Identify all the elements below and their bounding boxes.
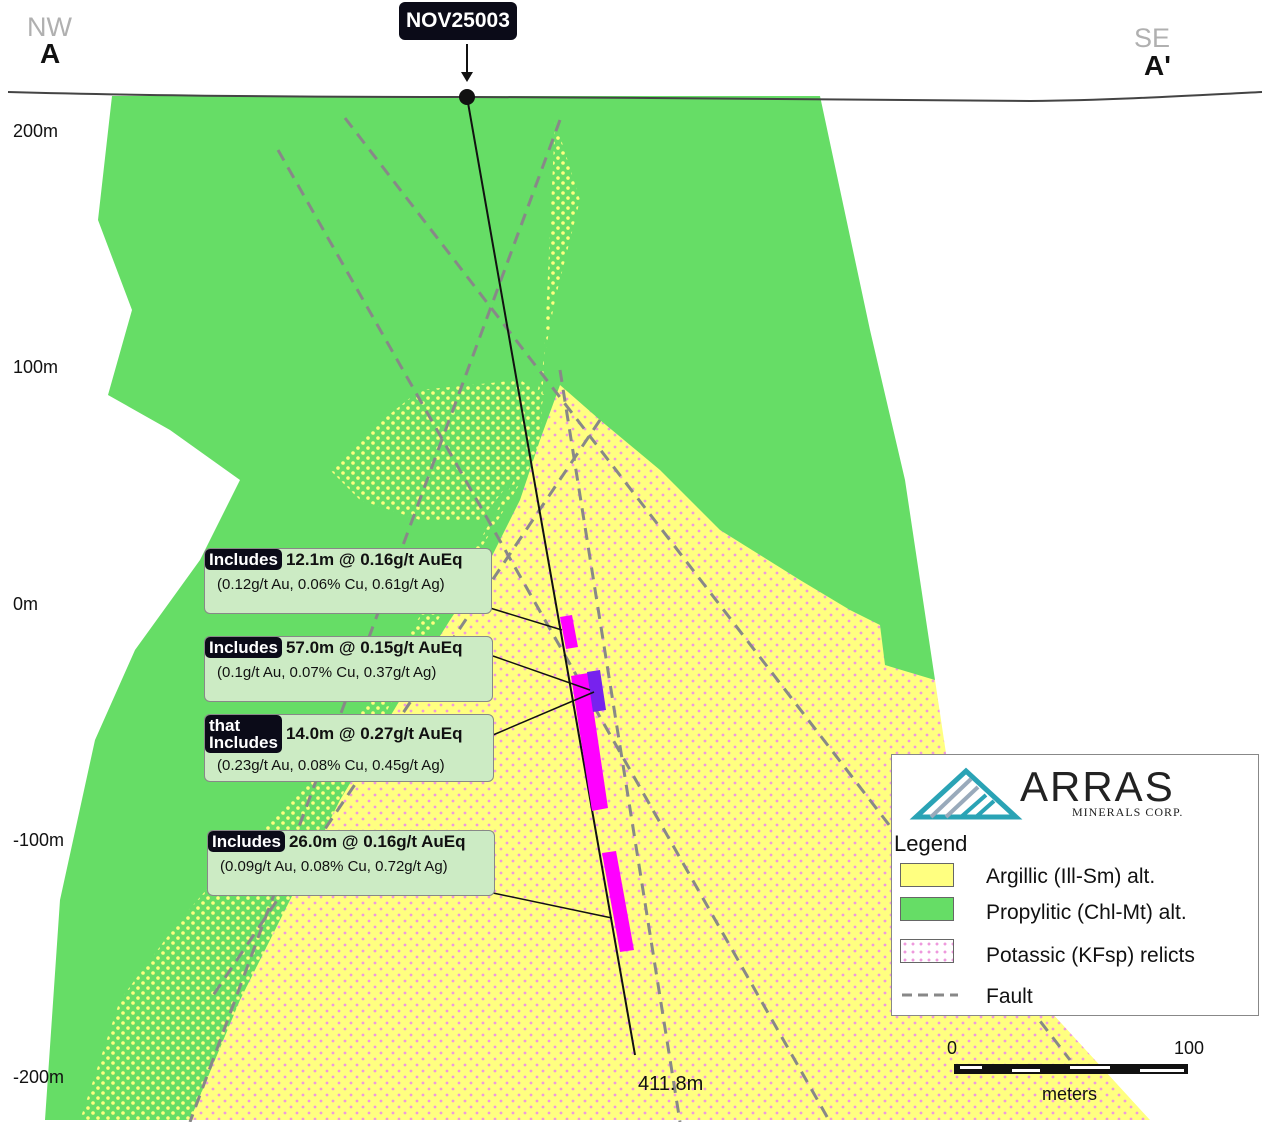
legend-label-propylitic: Propylitic (Chl-Mt) alt. bbox=[986, 901, 1187, 924]
legend-item-argillic bbox=[900, 863, 954, 887]
elevation-label-0: 0m bbox=[13, 594, 38, 614]
propylitic-swatch bbox=[900, 897, 954, 921]
legend-label-argillic: Argillic (Ill-Sm) alt. bbox=[986, 865, 1156, 888]
drillhole-id-label: NOV25003 bbox=[399, 2, 517, 40]
intercept-tag-line2: Includes bbox=[209, 733, 278, 752]
intercept-headline: 14.0m @ 0.27g/t AuEq bbox=[285, 724, 463, 743]
intercept-callout-4: Includes 26.0m @ 0.16g/t AuEq (0.09g/t A… bbox=[207, 830, 495, 896]
end-of-hole-label: 411.8m bbox=[638, 1073, 703, 1095]
legend-panel: ARRAS MINERALS CORP. Legend Argillic (Il… bbox=[891, 754, 1259, 1016]
scale-unit-label: meters bbox=[1042, 1084, 1097, 1104]
intercept-tag: Includes bbox=[205, 637, 282, 658]
se-direction-label: SE bbox=[1134, 23, 1170, 53]
logo-subtitle: MINERALS CORP. bbox=[1072, 805, 1184, 819]
cross-section-figure: NW A SE A' 200m 100m 0m -100m -200m 411.… bbox=[0, 0, 1265, 1122]
legend-item-fault bbox=[900, 983, 960, 1007]
intercept-callout-2: Includes 57.0m @ 0.15g/t AuEq (0.1g/t Au… bbox=[204, 636, 493, 702]
se-section-label: A' bbox=[1144, 50, 1171, 81]
elevation-label-200: 200m bbox=[13, 121, 58, 141]
intercept-tag: Includes bbox=[208, 831, 285, 852]
intercept-callout-3: that Includes 14.0m @ 0.27g/t AuEq (0.23… bbox=[204, 714, 494, 782]
intercept-callout-1: Includes 12.1m @ 0.16g/t AuEq (0.12g/t A… bbox=[204, 548, 492, 614]
arras-logo-icon bbox=[909, 767, 1023, 820]
elevation-label-100: 100m bbox=[13, 357, 58, 377]
legend-label-fault: Fault bbox=[986, 985, 1033, 1008]
potassic-swatch bbox=[900, 939, 954, 963]
intercept-tag: that Includes bbox=[205, 715, 282, 753]
elevation-label-minus-100: -100m bbox=[13, 830, 64, 850]
elevation-label-minus-200: -200m bbox=[13, 1067, 64, 1087]
elevation-labels: 200m 100m 0m -100m -200m bbox=[13, 121, 64, 1087]
legend-item-potassic bbox=[900, 939, 954, 963]
legend-item-propylitic bbox=[900, 897, 954, 921]
legend-title: Legend bbox=[894, 831, 968, 856]
argillic-swatch bbox=[900, 863, 954, 887]
drillhole-collar bbox=[459, 89, 475, 105]
intercept-detail: (0.23g/t Au, 0.08% Cu, 0.45g/t Ag) bbox=[217, 757, 445, 774]
intercept-detail: (0.12g/t Au, 0.06% Cu, 0.61g/t Ag) bbox=[217, 576, 445, 593]
scale-start-label: 0 bbox=[947, 1038, 957, 1058]
intercept-detail: (0.09g/t Au, 0.08% Cu, 0.72g/t Ag) bbox=[220, 858, 448, 875]
nw-section-label: A bbox=[40, 38, 60, 69]
logo-name: ARRAS bbox=[1020, 763, 1175, 810]
intercept-tag: Includes bbox=[205, 549, 282, 570]
scale-end-label: 100 bbox=[1174, 1038, 1204, 1058]
intercept-headline: 12.1m @ 0.16g/t AuEq bbox=[285, 549, 463, 569]
intercept-detail: (0.1g/t Au, 0.07% Cu, 0.37g/t Ag) bbox=[217, 664, 437, 681]
intercept-headline: 26.0m @ 0.16g/t AuEq bbox=[288, 831, 466, 851]
legend-label-potassic: Potassic (KFsp) relicts bbox=[986, 944, 1195, 967]
intercept-headline: 57.0m @ 0.15g/t AuEq bbox=[285, 637, 463, 657]
fault-swatch bbox=[902, 993, 958, 997]
collar-arrow-head bbox=[461, 72, 473, 82]
